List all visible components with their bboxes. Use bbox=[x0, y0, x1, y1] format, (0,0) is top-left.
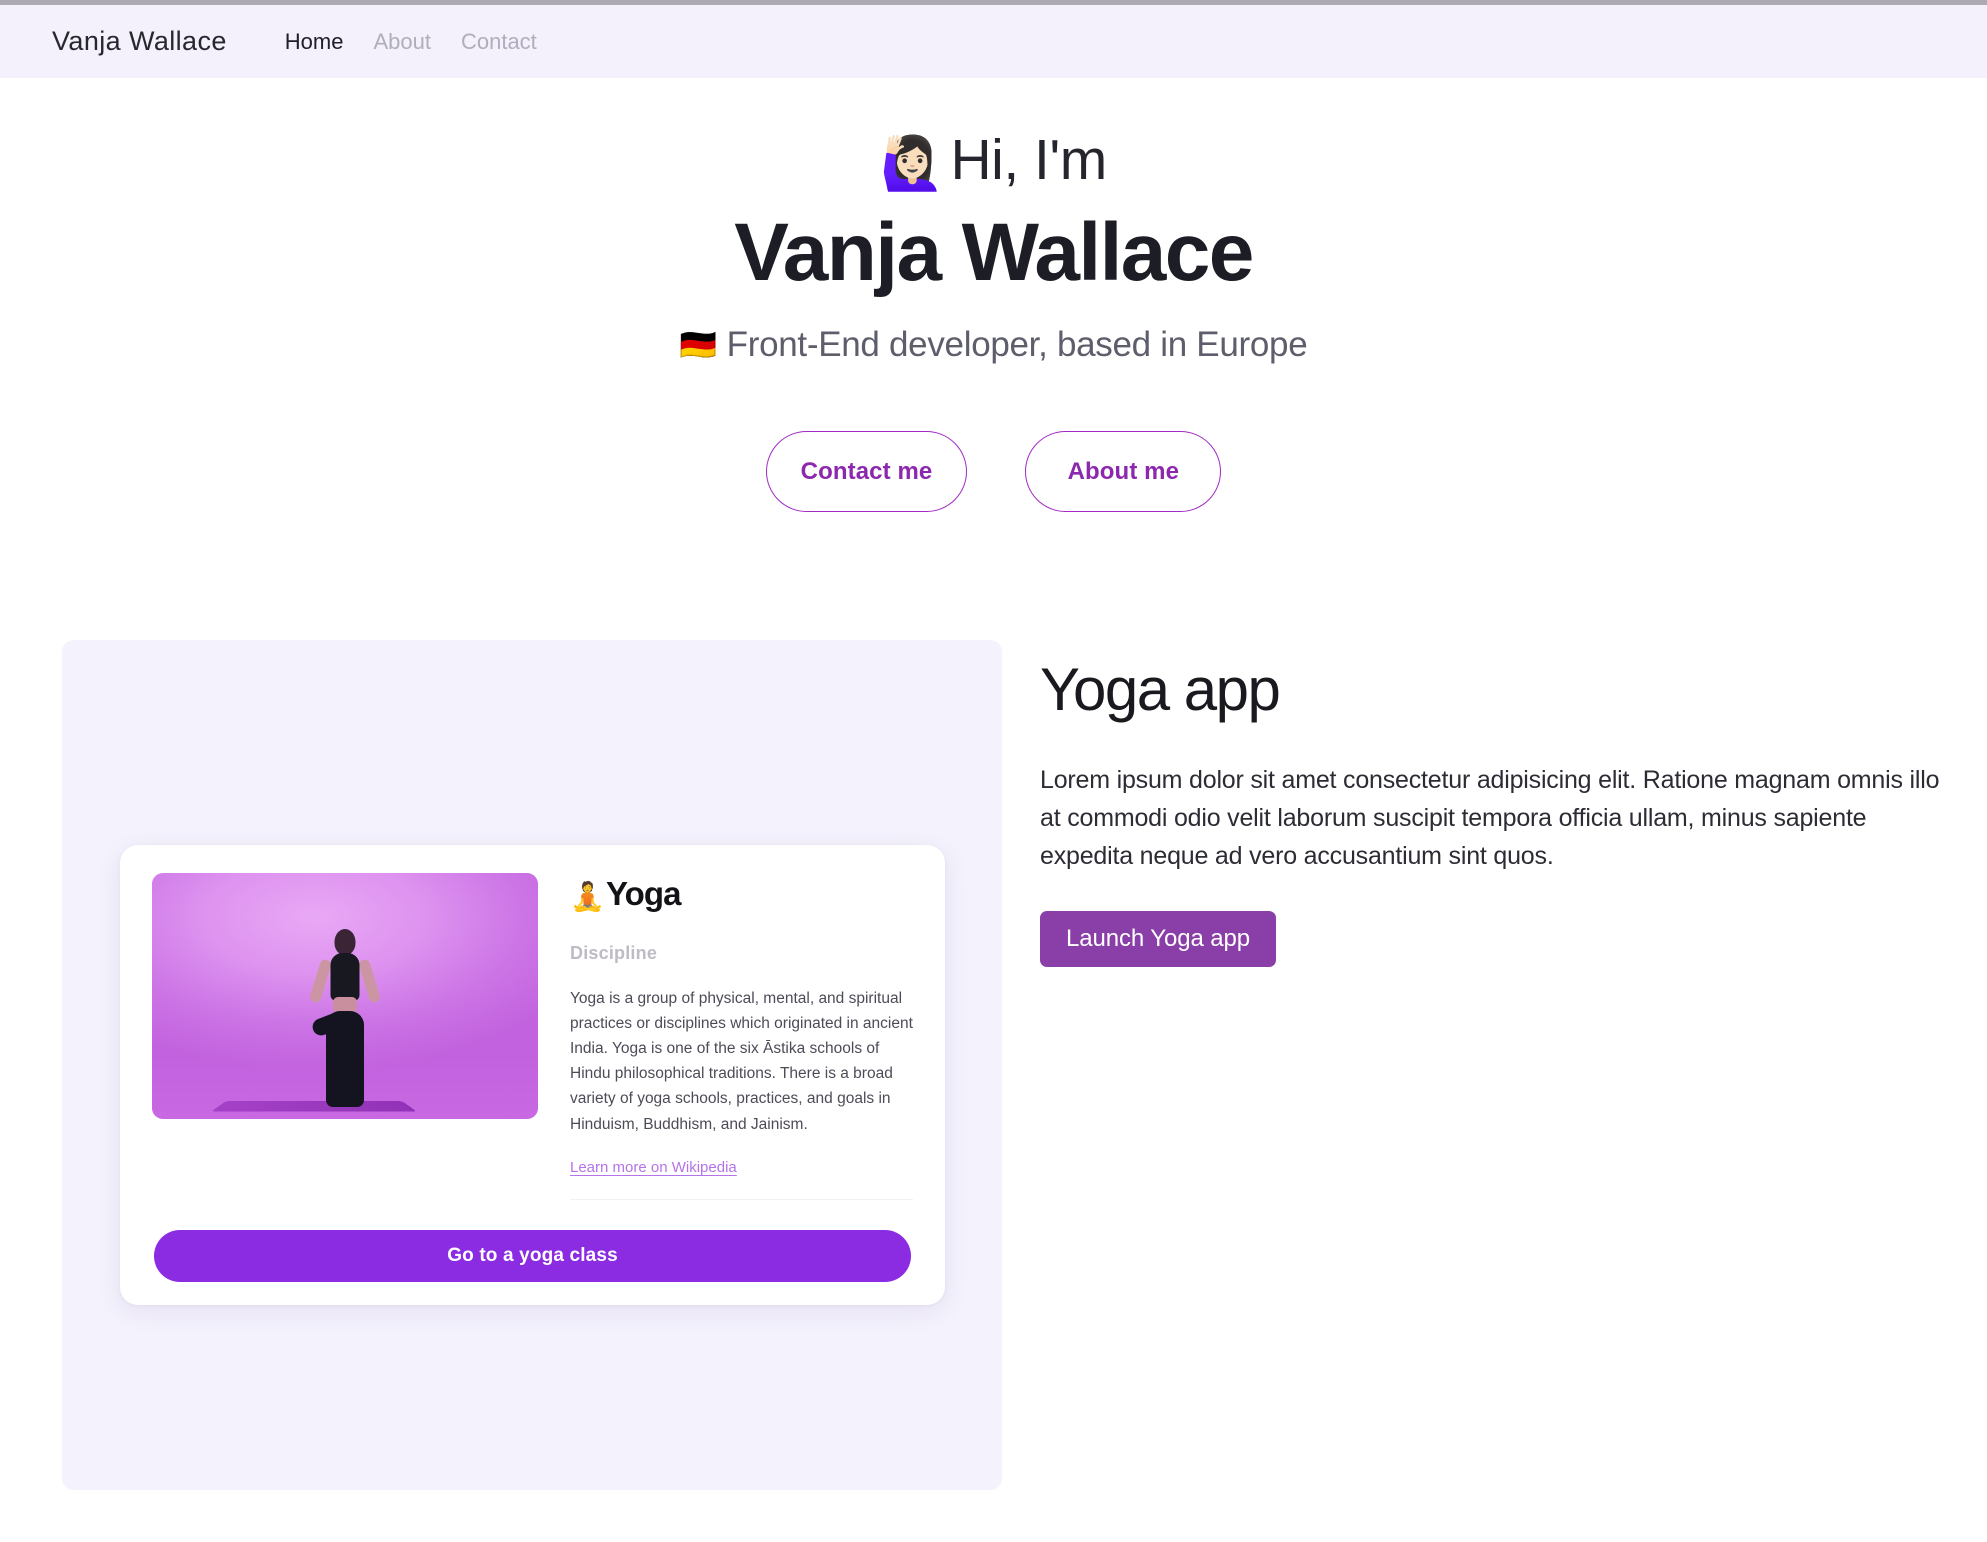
waving-woman-icon: 🙋🏻‍♀️ bbox=[880, 135, 945, 193]
hero-greeting-text: Hi, I'm bbox=[950, 128, 1108, 192]
figure-torso bbox=[330, 953, 360, 1001]
hero-section: 🙋🏻‍♀️ Hi, I'm Vanja Wallace 🇩🇪 Front-End d… bbox=[0, 78, 1987, 513]
wikipedia-link[interactable]: Learn more on Wikipedia bbox=[570, 1159, 737, 1176]
preview-title: 🧘Yoga bbox=[570, 875, 913, 913]
figure-head bbox=[334, 929, 356, 955]
site-brand[interactable]: Vanja Wallace bbox=[52, 26, 227, 57]
project-info: Yoga app Lorem ipsum dolor sit amet cons… bbox=[1040, 640, 1940, 967]
preview-title-text: Yoga bbox=[605, 875, 682, 912]
hero-greeting: 🙋🏻‍♀️ Hi, I'm bbox=[0, 128, 1987, 195]
main-navbar: Vanja Wallace Home About Contact bbox=[0, 5, 1987, 78]
credit-prefix: Coded by bbox=[458, 1304, 518, 1305]
shecodes-logo-icon: 🧡 bbox=[521, 1304, 538, 1305]
yoga-photo bbox=[152, 873, 538, 1119]
preview-divider bbox=[570, 1198, 913, 1200]
yoga-figure bbox=[308, 929, 382, 1107]
shecodes-link[interactable]: SheCodes bbox=[541, 1304, 606, 1305]
yoga-app-preview-card: 🧘Yoga Discipline Yoga is a group of phys… bbox=[120, 845, 945, 1305]
preview-description: Yoga is a group of physical, mental, and… bbox=[570, 990, 913, 1133]
nav-link-home[interactable]: Home bbox=[285, 29, 344, 55]
nav-links: Home About Contact bbox=[285, 29, 537, 55]
preview-cta-wrap: Go to a yoga class Coded by🧡SheCodes bbox=[120, 1200, 945, 1305]
germany-flag-icon: 🇩🇪 bbox=[679, 329, 717, 363]
project-section: 🧘Yoga Discipline Yoga is a group of phys… bbox=[0, 640, 1987, 1500]
project-paragraph: Lorem ipsum dolor sit amet consectetur a… bbox=[1040, 766, 1940, 870]
contact-me-button[interactable]: Contact me bbox=[765, 431, 968, 513]
project-visual-panel: 🧘Yoga Discipline Yoga is a group of phys… bbox=[62, 640, 1002, 1490]
portfolio-page: Vanja Wallace Home About Contact 🙋🏻‍♀️ Hi… bbox=[0, 0, 1987, 1542]
hero-subtitle-text: Front-End developer, based in Europe bbox=[726, 325, 1308, 365]
go-to-yoga-class-button[interactable]: Go to a yoga class bbox=[154, 1229, 911, 1282]
preview-card-body: 🧘Yoga Discipline Yoga is a group of phys… bbox=[120, 845, 945, 1200]
figure-left-arm bbox=[308, 958, 333, 1004]
meditation-icon: 🧘 bbox=[570, 881, 605, 912]
hero-name: Vanja Wallace bbox=[734, 206, 1254, 298]
preview-credit: Coded by🧡SheCodes bbox=[154, 1304, 911, 1305]
preview-subtitle: Discipline bbox=[570, 943, 658, 963]
launch-yoga-app-button[interactable]: Launch Yoga app bbox=[1040, 911, 1277, 967]
project-heading: Yoga app bbox=[1040, 656, 1281, 723]
nav-link-contact[interactable]: Contact bbox=[461, 29, 537, 55]
figure-right-arm bbox=[357, 958, 382, 1004]
preview-text-column: 🧘Yoga Discipline Yoga is a group of phys… bbox=[570, 873, 913, 1200]
hero-actions: Contact me About me bbox=[0, 431, 1987, 513]
hero-subtitle: 🇩🇪 Front-End developer, based in Europe bbox=[0, 325, 1987, 365]
about-me-button[interactable]: About me bbox=[1025, 431, 1222, 513]
nav-link-about[interactable]: About bbox=[373, 29, 431, 55]
